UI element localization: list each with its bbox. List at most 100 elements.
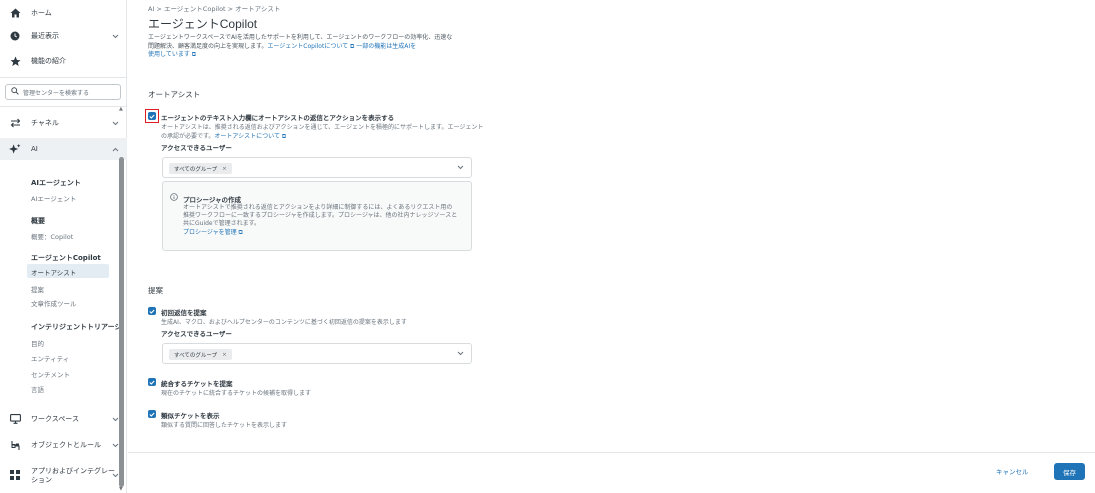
access-users-select-2[interactable]: すべてのグループ ×: [162, 343, 472, 364]
similar-tickets-label[interactable]: 類似チケットを表示: [161, 410, 220, 420]
manage-procedures-link-wrap: プロシージャを管理 ⧉: [183, 229, 243, 237]
chevron-down-icon: [457, 164, 464, 172]
manage-procedures-link[interactable]: プロシージャを管理: [183, 229, 237, 236]
search-placeholder: 管理センターを検索する: [23, 89, 90, 97]
check-icon: [149, 412, 155, 417]
breadcrumb[interactable]: AI > エージェントCopilot > オートアシスト: [148, 3, 280, 13]
info-callout: プロシージャの作成 オートアシストで推奨される返信とアクションをより詳細に制御す…: [162, 181, 472, 251]
sidebar-item-label: アプリおよびインテグレー: [31, 467, 115, 475]
sidebar-subitem-sentiment[interactable]: センチメント: [31, 369, 70, 379]
chip-label: すべてのグループ: [174, 166, 218, 173]
chevron-down-icon: [111, 415, 119, 423]
sidebar-item-channels[interactable]: チャネル: [0, 112, 127, 134]
scroll-down-arrow[interactable]: ▼: [119, 487, 125, 492]
sidebar-item-workspaces[interactable]: ワークスペース: [0, 408, 127, 430]
autoassist-desc-text: の承認が必要です。: [161, 133, 215, 140]
first-reply-checkbox[interactable]: [148, 307, 156, 315]
sidebar-item-label: 機能の紹介: [31, 56, 66, 65]
sidebar-item-label: チャネル: [31, 118, 59, 127]
sidebar-group-title: エージェントCopilot: [31, 254, 101, 262]
page-title: エージェントCopilot: [148, 17, 258, 31]
sidebar-subitem-language[interactable]: 言語: [31, 384, 44, 394]
sidebar-item-label: ホーム: [31, 8, 52, 17]
external-link-icon: ⧉: [236, 229, 243, 236]
sidebar-subitem-writing-tools[interactable]: 文章作成ツール: [31, 298, 77, 308]
external-link-icon: ⧉: [189, 51, 197, 58]
first-reply-description: 生成AI、マクロ、およびヘルプセンターのコンテンツに基づく初回返信の提案を表示し…: [161, 319, 407, 326]
sidebar: ホーム 最近表示 機能の紹介 管理センターを検索する ▲ チャネル AI AIエ…: [0, 0, 127, 493]
sidebar-item-apps-integrations[interactable]: アプリおよびインテグレー ション: [0, 461, 127, 489]
chevron-down-icon: [111, 471, 119, 479]
sidebar-subitem-intent[interactable]: 目的: [31, 338, 44, 348]
about-copilot-link[interactable]: エージェントCopilotについて: [267, 43, 348, 50]
chevron-down-icon: [111, 119, 119, 127]
chip-label: すべてのグループ: [174, 352, 218, 359]
sidebar-group-title: インテリジェントトリアージ: [31, 323, 122, 331]
generative-ai-link[interactable]: 一部の機能は生成AIを: [356, 43, 416, 50]
save-button[interactable]: 保存: [1054, 463, 1085, 480]
merge-tickets-label[interactable]: 統合するチケットを提案: [161, 378, 233, 388]
home-icon: [9, 7, 21, 19]
autoassist-checkbox-label[interactable]: エージェントのテキスト入力欄にオートアシストの返信とアクションを表示する: [161, 112, 394, 122]
sidebar-item-label-2: ション: [31, 476, 52, 484]
autoassist-checkbox[interactable]: [148, 112, 156, 120]
external-link-icon: ⧉: [280, 133, 287, 140]
clock-icon: [9, 30, 21, 42]
info-icon: [170, 193, 178, 203]
sidebar-item-label: ワークスペース: [31, 414, 79, 423]
generative-ai-link-cont[interactable]: 使用しています: [148, 51, 190, 58]
sidebar-item-label: オブジェクトとルール: [31, 440, 101, 449]
desc-text-2: 問題解決、顧客満足度の向上を実現します。: [148, 42, 268, 50]
sidebar-item-home[interactable]: ホーム: [0, 2, 127, 24]
similar-tickets-description: 類似する質問に回答したチケットを表示します: [161, 422, 288, 429]
footer-divider: [128, 452, 1095, 453]
sidebar-subitem-overview[interactable]: 概要：Copilot: [31, 231, 73, 241]
sidebar-subitem-ai-agents[interactable]: AIエージェント: [31, 193, 76, 203]
divider: [0, 106, 127, 107]
info-title: プロシージャの作成: [183, 196, 242, 204]
chip-remove-icon[interactable]: ×: [222, 352, 227, 358]
section-heading-autoassist: オートアシスト: [148, 90, 201, 99]
sidebar-item-ai[interactable]: AI: [0, 138, 127, 160]
chevron-down-icon: [457, 350, 464, 358]
about-autoassist-link[interactable]: オートアシストについて: [214, 133, 280, 140]
sidebar-item-objects-rules[interactable]: オブジェクトとルール: [0, 434, 127, 456]
main-content: AI > エージェントCopilot > オートアシスト エージェントCopil…: [128, 0, 1095, 493]
search-icon: [11, 87, 19, 97]
autoassist-description-2: の承認が必要です。オートアシストについて ⧉: [161, 131, 286, 141]
chevron-up-icon: [111, 145, 119, 153]
merge-tickets-description: 現在のチケットに統合するチケットの候補を取得します: [161, 390, 312, 397]
cancel-button[interactable]: キャンセル: [996, 466, 1029, 476]
group-chip[interactable]: すべてのグループ ×: [169, 349, 232, 360]
similar-tickets-checkbox[interactable]: [148, 410, 156, 418]
sidebar-scrollbar[interactable]: [119, 157, 124, 487]
sparkle-icon: [9, 143, 21, 155]
check-icon: [149, 380, 155, 385]
check-icon: [149, 114, 155, 119]
sidebar-item-label: 最近表示: [31, 31, 59, 40]
check-icon: [149, 309, 155, 314]
sidebar-item-label: AI: [31, 144, 38, 153]
chip-remove-icon[interactable]: ×: [222, 166, 227, 172]
monitor-icon: [9, 413, 21, 425]
chevron-down-icon: [111, 32, 119, 40]
desc-text-1: エージェントワークスペースでAIを活用したサポートを利用して、エージェントのワー…: [148, 34, 453, 41]
sidebar-group-title: 概要: [31, 217, 45, 225]
sidebar-subitem-suggestions[interactable]: 提案: [31, 284, 44, 294]
objects-icon: [9, 439, 21, 451]
chevron-down-icon: [111, 441, 119, 449]
arrows-icon: [9, 117, 21, 129]
access-users-label-2: アクセスできるユーザー: [161, 330, 232, 338]
group-chip[interactable]: すべてのグループ ×: [169, 163, 232, 174]
divider: [0, 77, 127, 78]
access-users-select[interactable]: すべてのグループ ×: [162, 157, 472, 178]
sidebar-subitem-autoassist[interactable]: オートアシスト: [31, 267, 76, 277]
section-heading-suggestions: 提案: [148, 286, 163, 295]
sidebar-subitem-entities[interactable]: エンティティ: [31, 353, 69, 363]
first-reply-label[interactable]: 初回返信を提案: [161, 307, 207, 317]
search-input[interactable]: 管理センターを検索する: [5, 84, 121, 100]
sidebar-item-recent[interactable]: 最近表示: [0, 25, 127, 47]
sidebar-item-whats-new[interactable]: 機能の紹介: [0, 50, 127, 72]
merge-tickets-checkbox[interactable]: [148, 378, 156, 386]
autoassist-description: オートアシストは、推奨される返信およびアクションを通じて、エージェントを積極的に…: [161, 124, 484, 131]
